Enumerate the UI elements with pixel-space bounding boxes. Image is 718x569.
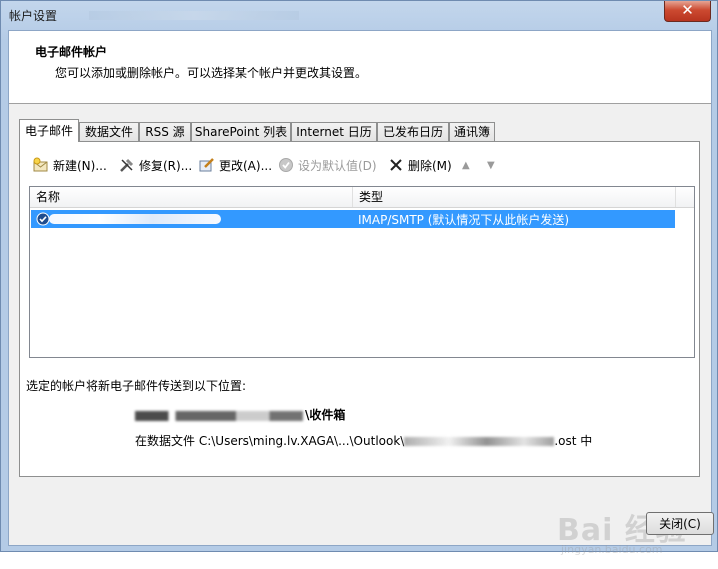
tab-data-files[interactable]: 数据文件: [79, 122, 139, 141]
section-title: 电子邮件帐户: [35, 45, 108, 59]
accounts-list[interactable]: 名称 类型 IMAP/SMTP (默认情况下从此帐户发送): [29, 186, 695, 358]
tab-internet-calendars[interactable]: Internet 日历: [291, 122, 377, 141]
account-row[interactable]: IMAP/SMTP (默认情况下从此帐户发送): [31, 210, 675, 228]
delivery-data-file-path: 在数据文件 C:\Users\ming.lv.XAGA\...\Outlook\…: [135, 432, 592, 449]
account-type: IMAP/SMTP (默认情况下从此帐户发送): [358, 213, 570, 227]
window-title: 帐户设置: [9, 9, 58, 23]
move-up-button[interactable]: ▲: [462, 154, 470, 176]
tab-sharepoint-lists[interactable]: SharePoint 列表: [191, 122, 291, 141]
tools-icon: [118, 156, 136, 174]
blurred-title-region: [89, 11, 299, 20]
delivery-folder-suffix: \收件箱: [305, 408, 346, 422]
repair-account-label: 修复(R)...: [139, 158, 193, 173]
delivery-location-label: 选定的帐户将新电子邮件传送到以下位置:: [26, 379, 247, 393]
watermark-url: jingyan.baidu.com: [561, 543, 663, 556]
tab-rss-feeds[interactable]: RSS 源: [139, 122, 191, 141]
blurred-mailbox-name: [135, 410, 303, 421]
delivery-folder: \收件箱: [135, 406, 345, 423]
tab-email[interactable]: 电子邮件: [19, 119, 79, 142]
account-settings-window: 帐户设置 ✕ 电子邮件帐户 您可以添加或删除帐户。可以选择某个帐户并更改其设置。…: [0, 0, 718, 556]
tab-address-books[interactable]: 通讯簿: [449, 122, 495, 141]
delivery-path-prefix: 在数据文件 C:\Users\ming.lv.XAGA\...\Outlook\: [135, 434, 405, 448]
remove-account-label: 删除(M): [408, 158, 452, 173]
account-toolbar: 新建(N)... 修复(R)... 更改(A)... 设为默认值(D) 删除(M…: [32, 154, 692, 176]
arrow-down-icon: ▼: [487, 159, 495, 171]
close-button[interactable]: 关闭(C): [646, 512, 714, 535]
delete-x-icon: [387, 156, 405, 174]
arrow-up-icon: ▲: [462, 159, 470, 171]
blurred-file-name: [404, 437, 555, 446]
repair-account-button[interactable]: 修复(R)...: [118, 154, 192, 176]
checkmark-icon: [277, 156, 295, 174]
new-account-label: 新建(N)...: [53, 158, 107, 173]
blurred-account-email: [49, 214, 221, 224]
new-mail-icon: [32, 156, 50, 174]
column-header-name[interactable]: 名称: [30, 187, 353, 207]
remove-account-button[interactable]: 删除(M): [387, 154, 452, 176]
new-account-button[interactable]: 新建(N)...: [32, 154, 107, 176]
set-default-button[interactable]: 设为默认值(D): [277, 154, 377, 176]
change-account-label: 更改(A)...: [219, 158, 273, 173]
email-tab-panel: 新建(N)... 修复(R)... 更改(A)... 设为默认值(D) 删除(M…: [19, 141, 700, 477]
default-account-check-icon: [36, 212, 50, 229]
section-description: 您可以添加或删除帐户。可以选择某个帐户并更改其设置。: [55, 66, 368, 80]
list-header: 名称 类型: [30, 187, 694, 208]
delivery-path-suffix: .ost 中: [554, 434, 593, 448]
dialog-body: 电子邮件帐户 您可以添加或删除帐户。可以选择某个帐户并更改其设置。 电子邮件 数…: [8, 30, 714, 556]
edit-account-icon: [198, 156, 216, 174]
window-close-button[interactable]: ✕: [664, 1, 711, 22]
column-header-type[interactable]: 类型: [353, 187, 676, 207]
set-default-label: 设为默认值(D): [298, 158, 377, 173]
change-account-button[interactable]: 更改(A)...: [198, 154, 272, 176]
title-bar[interactable]: 帐户设置 ✕: [1, 1, 717, 29]
tab-published-calendars[interactable]: 已发布日历: [377, 122, 449, 141]
dialog-header: 电子邮件帐户 您可以添加或删除帐户。可以选择某个帐户并更改其设置。: [9, 31, 711, 104]
move-down-button[interactable]: ▼: [487, 154, 495, 176]
